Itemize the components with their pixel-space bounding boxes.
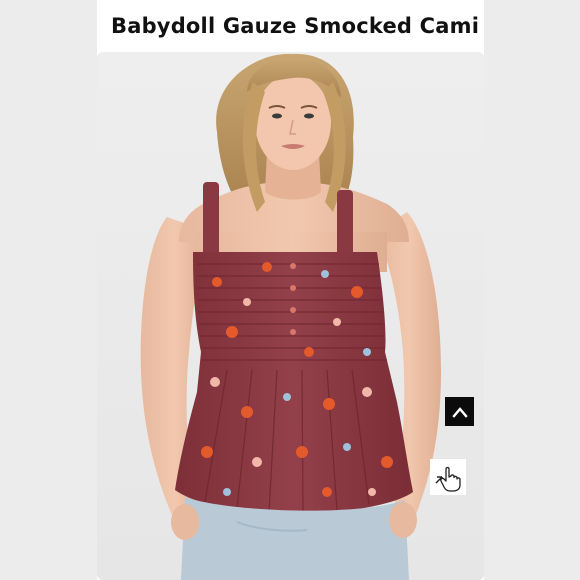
product-photo-illustration [97,52,484,580]
right-margin [484,0,580,580]
pointing-hand-icon [435,466,461,492]
product-title: Babydoll Gauze Smocked Cami [111,14,480,38]
chevron-up-icon [451,406,468,418]
left-margin [0,0,97,580]
product-photo[interactable] [97,52,484,580]
scroll-to-top-button[interactable] [445,397,474,426]
product-card: Babydoll Gauze Smocked Cami [97,0,484,580]
interact-button[interactable] [430,459,466,495]
